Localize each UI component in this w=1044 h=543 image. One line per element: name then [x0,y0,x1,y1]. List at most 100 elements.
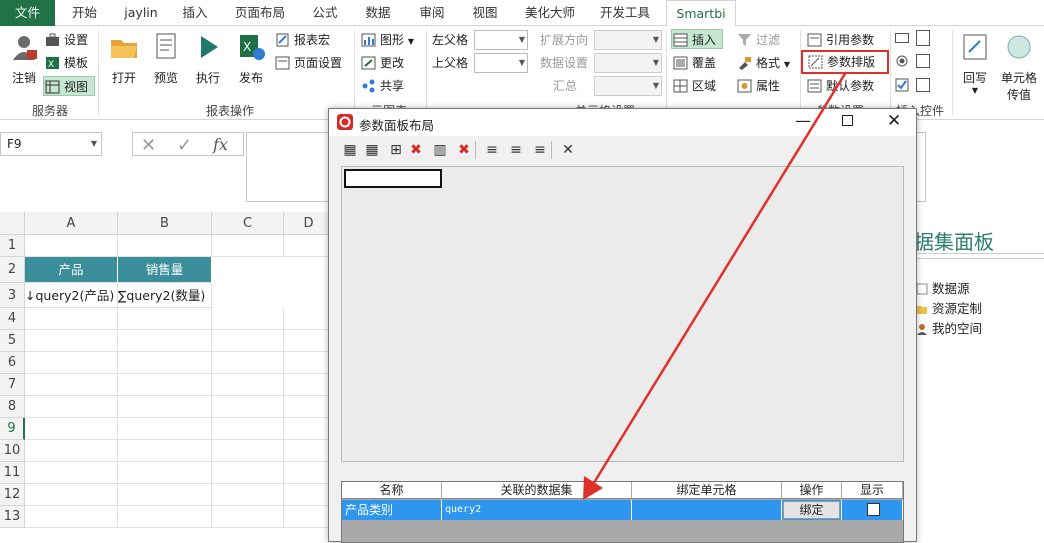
expand-direction-select[interactable]: ▼ [594,30,662,50]
row-header[interactable]: 3 [0,283,25,308]
grid-cell-bound-cell[interactable] [632,500,782,520]
delete-column-icon[interactable]: ✖ [455,141,473,159]
sheet-cell[interactable] [118,308,212,330]
show-checkbox[interactable] [867,503,880,516]
sheet-cell[interactable] [284,374,334,396]
panel-item-resource[interactable]: 资源定制 [916,300,982,318]
close-icon[interactable]: ✕ [887,111,901,131]
minimize-icon[interactable]: — [795,111,811,130]
sheet-cell[interactable] [118,462,212,484]
param-layout-button[interactable]: 参数排版 [801,50,889,74]
sheet-cell[interactable] [25,374,118,396]
property-button[interactable]: 属性 [736,76,780,96]
bind-button[interactable]: 绑定 [783,501,840,519]
merge-icon[interactable]: ⊞ [387,141,405,159]
area-mode-button[interactable]: 区域 [672,76,716,96]
tab-developer[interactable]: 开发工具 [590,0,660,26]
sheet-cell[interactable] [25,235,118,257]
radio-control-icon[interactable] [895,54,909,68]
list-control-icon[interactable] [916,30,930,46]
writeback-button[interactable]: 回写 ▼ [955,30,995,95]
row-header[interactable]: 9 [0,418,25,440]
column-header[interactable]: C [212,212,284,235]
row-header[interactable]: 11 [0,462,25,484]
sheet-cell[interactable] [212,484,284,506]
layout-cell-selected[interactable] [344,169,442,188]
sheet-cell[interactable] [212,418,284,440]
dropdown-control-icon[interactable] [916,78,930,92]
sheet-cell[interactable] [118,418,212,440]
left-parent-select[interactable]: ▼ [474,30,528,50]
data-settings-select[interactable]: ▼ [594,53,662,73]
sheet-cell[interactable] [212,308,284,330]
align-right-icon[interactable]: ≡ [531,141,549,159]
grid-cell-dataset[interactable]: query2 [442,500,632,520]
sheet-cell[interactable] [118,374,212,396]
tab-beautify[interactable]: 美化大师 [514,0,586,26]
split-icon[interactable]: ▥ [431,141,449,159]
default-param-button[interactable]: 默认参数 [806,76,874,96]
sheet-cell[interactable] [212,506,284,528]
sheet-cell[interactable] [284,308,334,330]
clear-icon[interactable]: ✕ [559,141,577,159]
sheet-cell[interactable] [212,396,284,418]
sheet-cell[interactable] [118,440,212,462]
checkbox-control-icon[interactable] [895,78,909,92]
sheet-cell[interactable] [284,330,334,352]
summary-select[interactable]: ▼ [594,76,662,96]
row-header[interactable]: 7 [0,374,25,396]
row-header[interactable]: 6 [0,352,25,374]
column-header[interactable]: D [284,212,334,235]
insert-column-icon[interactable]: ▦ [363,141,381,159]
sheet-cell[interactable] [25,418,118,440]
sheet-cell[interactable] [212,440,284,462]
sheet-cell[interactable] [25,330,118,352]
align-left-icon[interactable]: ≡ [483,141,501,159]
sheet-cell[interactable] [212,374,284,396]
maximize-icon[interactable] [842,115,853,126]
sheet-cell[interactable] [284,440,334,462]
chart-button[interactable]: 图形 ▼ [360,30,414,50]
insert-function-icon[interactable]: fx [213,135,228,154]
filter-button[interactable]: 过滤 [736,30,780,50]
textbox-control-icon[interactable] [895,33,909,43]
sheet-cell[interactable] [284,235,334,257]
tab-jaylin[interactable]: jaylin [112,0,170,26]
tab-review[interactable]: 审阅 [406,0,458,26]
insert-mode-button[interactable]: 插入 [671,29,723,49]
sheet-cell[interactable] [284,506,334,528]
sheet-cell[interactable] [25,396,118,418]
name-box[interactable]: F9 ▼ [0,132,102,156]
template-button[interactable]: X 模板 [44,53,88,73]
page-setup-button[interactable]: 页面设置 [274,53,342,73]
sheet-cell[interactable] [212,352,284,374]
panel-item-datasource[interactable]: 数据源 [916,280,970,298]
sheet-cell[interactable] [118,330,212,352]
select-all-corner[interactable] [0,212,25,235]
column-header[interactable]: A [25,212,118,235]
sheet-cell[interactable] [284,462,334,484]
tab-view[interactable]: 视图 [460,0,510,26]
sheet-cell[interactable] [118,484,212,506]
row-header[interactable]: 10 [0,440,25,462]
insert-row-icon[interactable]: ▦ [341,141,359,159]
row-header[interactable]: 8 [0,396,25,418]
sheet-cell[interactable] [25,484,118,506]
sheet-cell[interactable] [118,235,212,257]
row-header[interactable]: 13 [0,506,25,528]
row-header[interactable]: 2 [0,257,25,283]
tab-data[interactable]: 数据 [352,0,404,26]
sheet-cell[interactable] [284,418,334,440]
macro-button[interactable]: 报表宏 [274,30,330,50]
logout-button[interactable]: 注销 [4,30,44,94]
sheet-cell[interactable] [284,352,334,374]
panel-item-my-space[interactable]: 我的空间 [916,320,982,338]
tab-smartbi[interactable]: Smartbi [666,0,736,27]
tab-page-layout[interactable]: 页面布局 [225,0,295,26]
align-center-icon[interactable]: ≡ [507,141,525,159]
reference-param-button[interactable]: 引用参数 [806,30,874,50]
sheet-cell[interactable] [284,396,334,418]
sheet-cell[interactable] [212,235,284,257]
tree-control-icon[interactable] [916,54,930,68]
row-header[interactable]: 1 [0,235,25,257]
